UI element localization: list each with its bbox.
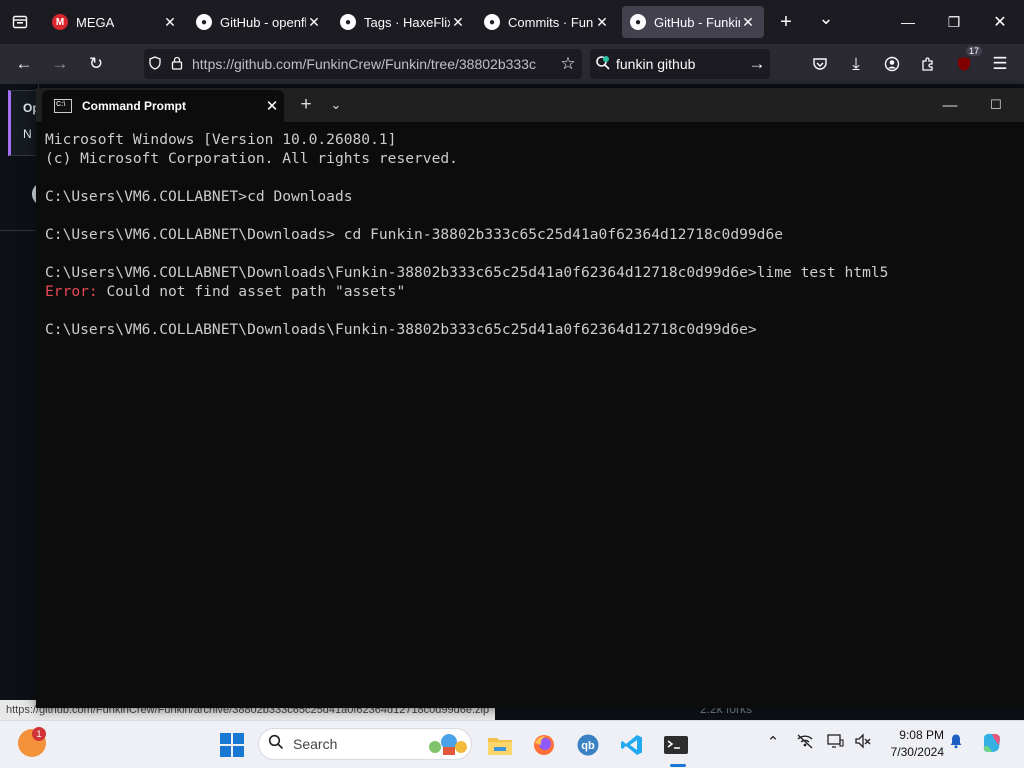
- notification-bell-icon[interactable]: [945, 733, 967, 753]
- terminal-window[interactable]: C:\ Command Prompt ✕ + ⌄ — ☐ Microsoft W…: [36, 88, 1024, 708]
- url-text[interactable]: https://github.com/FunkinCrew/Funkin/tre…: [192, 56, 554, 72]
- terminal-titlebar: C:\ Command Prompt ✕ + ⌄ — ☐: [36, 88, 1024, 122]
- qbittorrent-icon[interactable]: qb: [572, 729, 604, 761]
- close-tab-icon[interactable]: ✕: [594, 14, 610, 31]
- mega-icon: M: [52, 14, 68, 30]
- volume-muted-icon[interactable]: [852, 733, 874, 753]
- search-engine-icon[interactable]: [590, 55, 616, 74]
- tab-title: Commits · Funkin: [508, 14, 594, 30]
- firefox-icon[interactable]: [528, 729, 560, 761]
- terminal-prompt-line: C:\Users\VM6.COLLABNET\Downloads\Funkin-…: [45, 321, 757, 338]
- browser-nav-bar: ← → ↻ https://github.com/FunkinCrew/Funk…: [0, 44, 1024, 84]
- browser-tab-github-openfl[interactable]: ● GitHub - openfl ✕: [188, 6, 330, 38]
- command-prompt-icon: C:\: [54, 99, 72, 113]
- close-tab-icon[interactable]: ✕: [306, 14, 322, 31]
- terminal-tab[interactable]: C:\ Command Prompt ✕: [42, 90, 284, 122]
- close-tab-icon[interactable]: ✕: [260, 97, 284, 115]
- forward-icon[interactable]: →: [48, 52, 72, 76]
- tab-title: MEGA: [76, 14, 115, 30]
- terminal-line: C:\Users\VM6.COLLABNET>cd Downloads: [45, 188, 353, 205]
- display-icon[interactable]: [824, 733, 846, 753]
- pocket-icon[interactable]: [808, 52, 832, 76]
- list-all-tabs-button[interactable]: ⌄: [814, 6, 838, 30]
- chevron-up-icon[interactable]: ⌃: [762, 733, 784, 751]
- firefox-view-icon[interactable]: [8, 10, 32, 34]
- extension-badge: 17: [966, 46, 983, 56]
- close-tab-icon[interactable]: ✕: [740, 14, 756, 31]
- start-button[interactable]: [220, 733, 244, 757]
- error-label: Error:: [45, 283, 98, 300]
- github-icon: ●: [340, 14, 356, 30]
- system-clock[interactable]: 9:08 PM 7/30/2024: [880, 727, 944, 761]
- close-tab-icon[interactable]: ✕: [162, 14, 178, 31]
- url-bar[interactable]: https://github.com/FunkinCrew/Funkin/tre…: [144, 49, 582, 79]
- github-icon: ●: [196, 14, 212, 30]
- terminal-line: Microsoft Windows [Version 10.0.26080.1]: [45, 131, 397, 148]
- search-input[interactable]: funkin github: [616, 56, 744, 72]
- tab-title: Tags · HaxeFlixel: [364, 14, 450, 30]
- search-icon: [259, 734, 293, 755]
- close-tab-icon[interactable]: ✕: [450, 14, 466, 31]
- terminal-line: C:\Users\VM6.COLLABNET\Downloads> cd Fun…: [45, 226, 784, 243]
- menu-icon[interactable]: ☰: [988, 52, 1012, 76]
- downloads-icon[interactable]: ⤓: [844, 52, 868, 76]
- clock-date: 7/30/2024: [890, 745, 944, 759]
- browser-tab-strip: M MEGA ✕ ● GitHub - openfl ✕ ● Tags · Ha…: [0, 0, 1024, 44]
- tab-title: GitHub - Funkin: [654, 14, 740, 30]
- bookmark-star-icon[interactable]: ☆: [554, 54, 582, 74]
- search-placeholder: Search: [293, 736, 338, 752]
- terminal-line: C:\Users\VM6.COLLABNET\Downloads\Funkin-…: [45, 264, 889, 281]
- reload-icon[interactable]: ↻: [84, 52, 108, 76]
- search-bar[interactable]: funkin github →: [590, 49, 770, 79]
- taskbar-search[interactable]: Search: [258, 728, 472, 760]
- terminal-taskbar-icon[interactable]: [660, 729, 692, 761]
- weather-badge: 1: [32, 727, 46, 741]
- go-arrow-icon[interactable]: →: [744, 54, 770, 74]
- browser-tab-mega[interactable]: M MEGA ✕: [44, 6, 186, 38]
- minimize-icon[interactable]: —: [938, 93, 962, 117]
- account-icon[interactable]: [880, 52, 904, 76]
- github-icon: ●: [484, 14, 500, 30]
- taskbar: 1 Search qb ⌃ 9:08 PM 7/30/2024: [0, 720, 1024, 768]
- new-terminal-tab-button[interactable]: +: [294, 93, 318, 117]
- new-tab-button[interactable]: +: [774, 10, 798, 34]
- restore-icon[interactable]: ❐: [942, 10, 966, 34]
- network-offline-icon[interactable]: [794, 733, 816, 753]
- terminal-error-line: Error: Could not find asset path "assets…: [45, 282, 1024, 301]
- divider: [0, 230, 40, 231]
- browser-tab-commits-funkin[interactable]: ● Commits · Funkin ✕: [476, 6, 618, 38]
- clock-time: 9:08 PM: [899, 728, 944, 742]
- copilot-icon[interactable]: [980, 731, 1002, 759]
- error-message: Could not find asset path "assets": [97, 283, 406, 300]
- github-icon: ●: [630, 14, 646, 30]
- vscode-icon[interactable]: [616, 729, 648, 761]
- maximize-icon[interactable]: ☐: [984, 93, 1008, 117]
- terminal-tab-title: Command Prompt: [82, 99, 187, 113]
- file-explorer-icon[interactable]: [484, 729, 516, 761]
- terminal-output[interactable]: Microsoft Windows [Version 10.0.26080.1]…: [45, 130, 1024, 339]
- svg-text:qb: qb: [581, 740, 595, 752]
- lock-icon[interactable]: [166, 56, 188, 73]
- terminal-line: (c) Microsoft Corporation. All rights re…: [45, 150, 458, 167]
- shield-icon[interactable]: [144, 55, 166, 73]
- active-app-indicator: [670, 764, 686, 767]
- ublock-icon[interactable]: 17: [952, 46, 983, 76]
- tab-title: GitHub - openfl: [220, 14, 306, 30]
- back-icon[interactable]: ←: [12, 52, 36, 76]
- browser-tab-github-funkin[interactable]: ● GitHub - Funkin ✕: [622, 6, 764, 38]
- browser-tab-tags-haxeflixel[interactable]: ● Tags · HaxeFlixel ✕: [332, 6, 474, 38]
- chevron-down-icon[interactable]: ⌄: [324, 93, 348, 117]
- extensions-icon[interactable]: [916, 52, 940, 76]
- minimize-icon[interactable]: —: [896, 10, 920, 34]
- banner-label-2: N: [23, 127, 32, 141]
- close-window-icon[interactable]: ✕: [988, 10, 1012, 34]
- search-highlight-icon: [425, 731, 471, 757]
- webpage-left-strip: [0, 84, 39, 720]
